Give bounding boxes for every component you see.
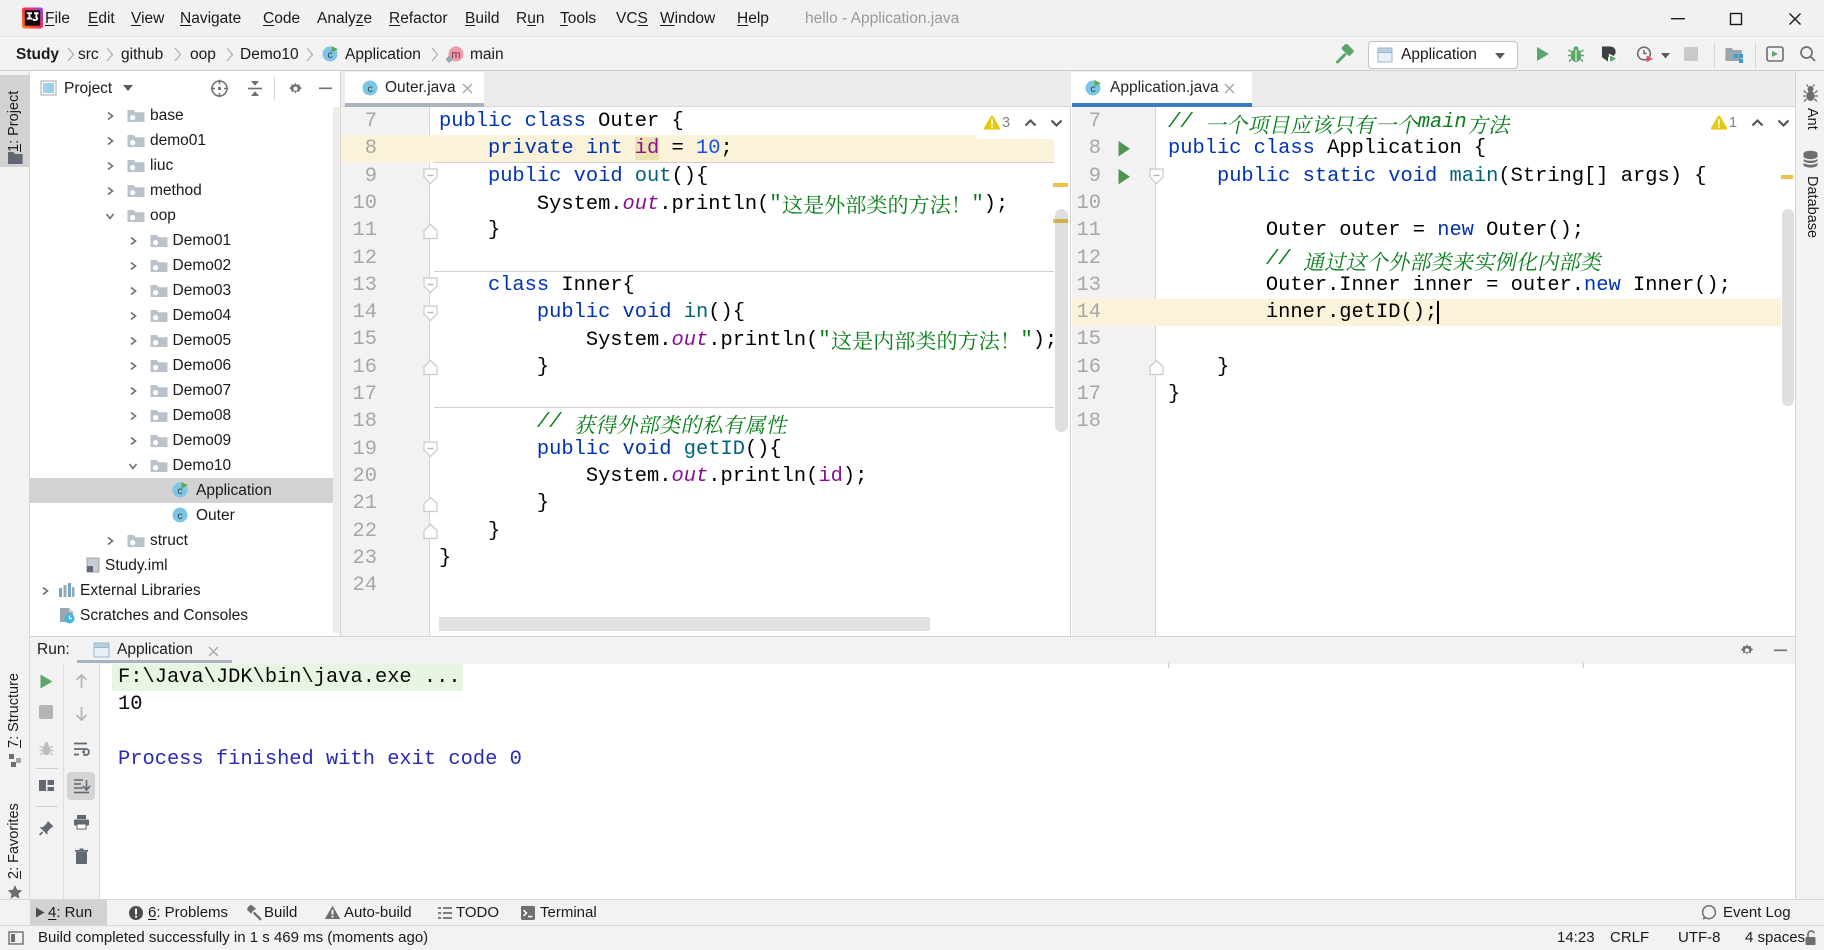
svg-text:c: c [177, 510, 182, 522]
svg-text:c: c [367, 83, 372, 95]
